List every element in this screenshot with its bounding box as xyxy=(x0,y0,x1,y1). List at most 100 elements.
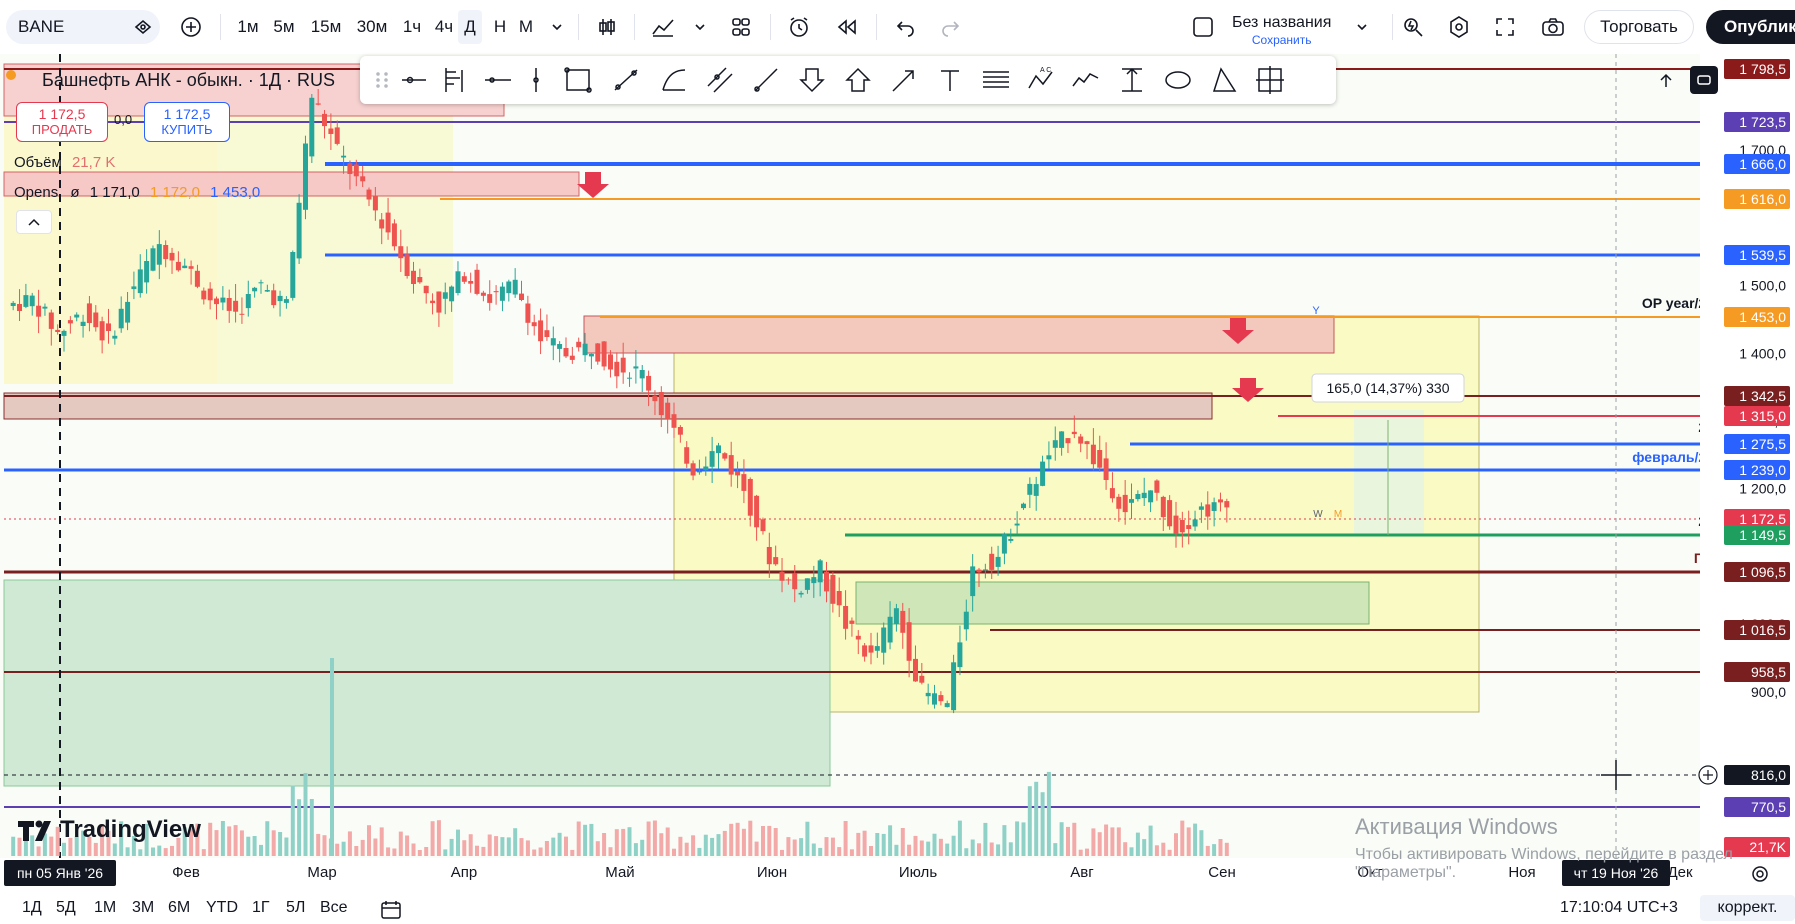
publish-button[interactable]: Опублико xyxy=(1706,10,1795,44)
opens-legend[interactable]: Opens ø 1 171,0 1 172,0 1 453,0 xyxy=(14,184,260,201)
arrow-icon[interactable] xyxy=(888,64,920,96)
volume-bar xyxy=(239,830,244,856)
adjust-toggle[interactable]: коррект. xyxy=(1700,895,1795,921)
settings-icon[interactable] xyxy=(1442,10,1476,44)
trade-button[interactable]: Торговать xyxy=(1584,10,1694,44)
collapse-legend-button[interactable] xyxy=(16,210,52,234)
spread-value: 0,0 xyxy=(114,112,133,127)
price-chart[interactable]: 165,0 (14,37%) 330 OP year/26 Y 20 февра… xyxy=(0,54,1795,865)
quick-search-icon[interactable] xyxy=(1396,10,1430,44)
candle xyxy=(900,610,906,633)
abc-pattern-icon[interactable]: A C xyxy=(1026,64,1058,96)
sell-price: 1 172,5 xyxy=(38,106,86,122)
path-icon[interactable] xyxy=(658,64,690,96)
interval-6[interactable]: Д xyxy=(458,10,482,44)
axis-settings-icon[interactable] xyxy=(1746,862,1774,886)
fib-channel-icon[interactable] xyxy=(440,64,472,96)
interval-4[interactable]: 1ч xyxy=(396,10,428,44)
fib-retracement-icon[interactable] xyxy=(980,64,1012,96)
elliott-wave-icon[interactable] xyxy=(1070,64,1102,96)
m-marker: M xyxy=(1334,509,1342,520)
alert-icon[interactable] xyxy=(782,10,816,44)
volume-bar xyxy=(583,824,588,856)
parallel-channel-icon[interactable] xyxy=(704,64,736,96)
status-dot xyxy=(6,70,16,80)
interval-8[interactable]: М xyxy=(514,10,538,44)
volume-legend[interactable]: Объём 21,7 K xyxy=(14,154,115,171)
layouts-icon[interactable] xyxy=(724,10,758,44)
volume-bar xyxy=(341,841,346,856)
price-level-14: 958,5 xyxy=(1751,664,1786,680)
add-symbol-icon[interactable] xyxy=(174,10,208,44)
gann-box-icon[interactable] xyxy=(1254,64,1286,96)
volume-bar xyxy=(576,821,581,856)
interval-5[interactable]: 4ч xyxy=(428,10,460,44)
interval-2[interactable]: 15м xyxy=(306,10,346,44)
range-2[interactable]: 1М xyxy=(94,899,116,917)
vertical-line-icon[interactable] xyxy=(520,64,552,96)
layout-name[interactable]: Без названия Сохранить xyxy=(1232,14,1331,47)
fullscreen-icon[interactable] xyxy=(1488,10,1522,44)
range-7[interactable]: 5Л xyxy=(286,899,305,917)
range-8[interactable]: Все xyxy=(320,899,348,917)
indicators-dropdown-icon[interactable] xyxy=(690,10,710,44)
volume-bar xyxy=(532,849,537,856)
volume-bar xyxy=(1104,824,1109,856)
undo-icon[interactable] xyxy=(888,10,922,44)
interval-1[interactable]: 5м xyxy=(268,10,300,44)
arrow-up-marker-icon[interactable] xyxy=(842,64,874,96)
triangle-icon[interactable] xyxy=(1208,64,1240,96)
time-label-5: Июль xyxy=(898,864,938,881)
rectangle-icon[interactable] xyxy=(562,64,594,96)
camera-icon[interactable] xyxy=(1536,10,1570,44)
range-4[interactable]: 6М xyxy=(168,899,190,917)
compare-icon[interactable] xyxy=(126,10,160,44)
horizontal-ray-icon[interactable] xyxy=(398,64,430,96)
replay-icon[interactable] xyxy=(830,10,864,44)
layout-dropdown-icon[interactable] xyxy=(1352,10,1372,44)
text-icon[interactable] xyxy=(934,64,966,96)
scroll-up-icon[interactable] xyxy=(1652,68,1680,94)
instrument-title[interactable]: Башнефть АНК - обыкн. · 1Д · RUS xyxy=(42,70,335,91)
trend-line-icon[interactable] xyxy=(610,64,642,96)
price-range-icon[interactable] xyxy=(1116,64,1148,96)
candle xyxy=(1116,496,1122,509)
ray-icon[interactable] xyxy=(750,64,782,96)
calendar-icon[interactable] xyxy=(380,899,404,919)
info-line-icon[interactable] xyxy=(482,64,514,96)
drawing-panel-toggle-icon[interactable] xyxy=(1690,66,1718,94)
divider xyxy=(770,14,771,40)
interval-7[interactable]: Н xyxy=(488,10,512,44)
candles-icon[interactable] xyxy=(590,10,624,44)
candle xyxy=(455,271,461,293)
candle xyxy=(913,658,918,682)
redo-icon[interactable] xyxy=(934,10,968,44)
interval-0[interactable]: 1м xyxy=(232,10,264,44)
drag-handle-icon[interactable] xyxy=(366,64,398,96)
range-6[interactable]: 1Г xyxy=(252,899,270,917)
volume-bar xyxy=(1040,792,1045,856)
candle xyxy=(519,293,524,300)
buy-button[interactable]: 1 172,5 КУПИТЬ xyxy=(144,102,230,142)
interval-3[interactable]: 30м xyxy=(352,10,392,44)
indicators-icon[interactable] xyxy=(646,10,680,44)
time-label-3: Май xyxy=(605,864,635,881)
range-5[interactable]: YTD xyxy=(206,899,238,917)
range-0[interactable]: 1Д xyxy=(22,899,42,917)
range-1[interactable]: 5Д xyxy=(56,899,76,917)
volume-bar xyxy=(659,833,664,856)
clock[interactable]: 17:10:04 UTC+3 xyxy=(1560,899,1678,917)
layout-checkbox-icon[interactable] xyxy=(1186,10,1220,44)
candle xyxy=(1129,499,1134,503)
interval-dropdown-icon[interactable] xyxy=(546,10,568,44)
drawing-toolbar: A C xyxy=(360,56,1336,104)
ellipse-icon[interactable] xyxy=(1162,64,1194,96)
arrow-down-marker-icon[interactable] xyxy=(796,64,828,96)
price-level-4: 1 539,5 xyxy=(1739,247,1786,263)
sell-button[interactable]: 1 172,5 ПРОДАТЬ xyxy=(16,102,108,142)
save-link[interactable]: Сохранить xyxy=(1232,33,1331,47)
candle xyxy=(93,312,99,328)
volume-bar xyxy=(246,836,251,856)
range-3[interactable]: 3М xyxy=(132,899,154,917)
volume-bar xyxy=(330,658,334,856)
